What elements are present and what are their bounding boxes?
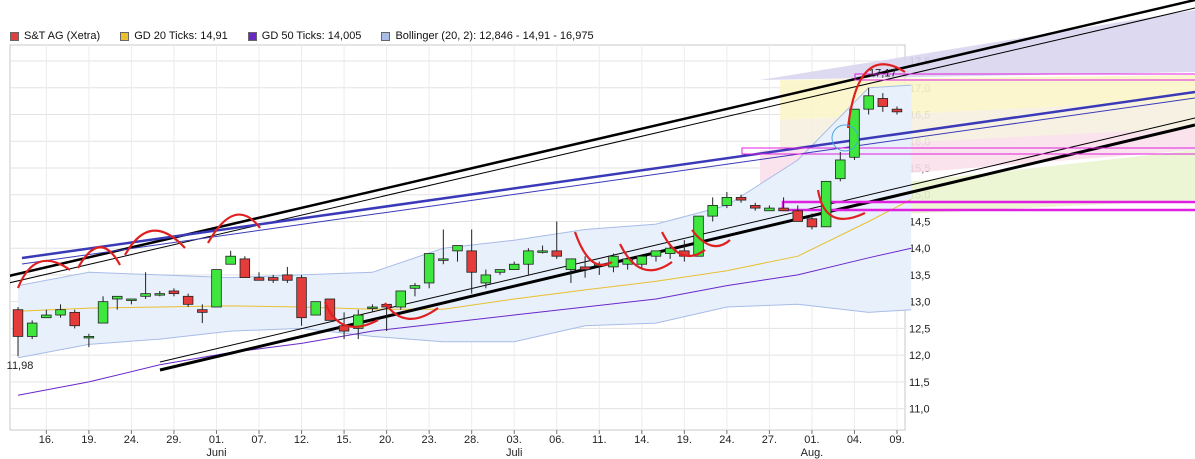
x-tick-label: 03.: [507, 434, 522, 446]
candle-body: [707, 205, 718, 217]
candle-body: [579, 266, 591, 270]
x-month-label: Juli: [506, 447, 523, 459]
candle-body: [764, 207, 775, 212]
stock-chart: 17,517,016,516,015,515,014,514,013,513,0…: [7, 0, 1195, 459]
candle-body: [282, 274, 293, 281]
x-tick-label: 28.: [464, 434, 479, 446]
candle-body: [112, 295, 123, 300]
x-tick-label: 15.: [336, 434, 351, 446]
candle-body: [409, 285, 421, 289]
candle-body: [891, 108, 903, 113]
candle-body: [863, 95, 874, 110]
candle-body: [508, 263, 520, 270]
candle-body: [267, 277, 279, 281]
x-tick-label: 27.: [762, 434, 777, 446]
y-tick-label: 11,5: [909, 377, 930, 389]
candle-body: [69, 311, 80, 327]
x-tick-label: 12.: [294, 434, 309, 446]
candle-body: [197, 309, 208, 313]
x-month-label: Juni: [206, 447, 226, 459]
candle-body: [452, 245, 463, 252]
candle-body: [367, 306, 378, 309]
candle-body: [395, 290, 407, 308]
candle-body: [480, 274, 492, 284]
candle-body: [12, 309, 24, 337]
x-tick-label: 16.: [39, 434, 54, 446]
candle-body: [168, 290, 180, 295]
candle-body: [608, 255, 619, 268]
x-tick-label: 24.: [719, 434, 734, 446]
x-tick-label: 14.: [634, 434, 649, 446]
candle-body: [26, 322, 38, 337]
candle-body: [225, 255, 236, 265]
candle-body: [494, 269, 506, 273]
max-value-label: 17,17: [869, 68, 897, 80]
candle-body: [438, 258, 449, 261]
candle-body: [750, 205, 761, 209]
candle-body: [721, 196, 733, 206]
x-tick-label: 06.: [549, 434, 564, 446]
candle-body: [636, 255, 648, 265]
x-tick-label: 01.: [209, 434, 224, 446]
candle-body: [310, 301, 321, 316]
candle-body: [523, 250, 534, 265]
x-month-label: Aug.: [801, 447, 824, 459]
candle-body: [55, 309, 66, 316]
candle-body: [650, 250, 662, 257]
candle-body: [778, 207, 789, 212]
x-tick-label: 24.: [124, 434, 139, 446]
candle-body: [835, 159, 846, 180]
candle-body: [806, 218, 818, 228]
candle-body: [83, 336, 95, 339]
min-value-label: 11,98: [7, 360, 34, 372]
x-tick-label: 04.: [847, 434, 862, 446]
y-tick-label: 12,0: [909, 350, 930, 362]
candle-body: [41, 314, 52, 319]
candle-body: [849, 108, 860, 158]
x-tick-label: 07.: [251, 434, 266, 446]
candle-body: [551, 250, 562, 257]
candle-body: [296, 277, 307, 319]
y-tick-label: 13,0: [909, 297, 930, 309]
candle-body: [239, 258, 251, 279]
candle-body: [877, 98, 889, 107]
y-tick-label: 14,0: [909, 243, 930, 255]
candle-body: [126, 298, 137, 301]
y-tick-label: 12,5: [909, 323, 930, 335]
x-tick-label: 20.: [379, 434, 394, 446]
y-tick-label: 14,5: [909, 216, 930, 228]
x-tick-label: 19.: [81, 434, 96, 446]
candle-body: [211, 269, 222, 308]
x-tick-label: 01.: [804, 434, 819, 446]
candle-body: [154, 293, 165, 296]
candle-body: [140, 293, 151, 297]
candle-body: [735, 196, 747, 201]
candle-body: [253, 277, 265, 281]
y-tick-label: 11,0: [909, 404, 930, 416]
x-tick-label: 29.: [166, 434, 181, 446]
candle-body: [466, 250, 477, 273]
x-tick-label: 09.: [889, 434, 904, 446]
candle-body: [565, 258, 577, 270]
candle-body: [182, 295, 194, 305]
candle-body: [792, 210, 803, 222]
y-tick-label: 13,5: [909, 270, 930, 282]
x-tick-label: 23.: [421, 434, 436, 446]
x-tick-label: 19.: [677, 434, 692, 446]
candle-body: [97, 301, 109, 324]
x-tick-label: 11.: [592, 434, 606, 446]
candle-body: [537, 250, 548, 253]
candle-body: [423, 253, 435, 284]
